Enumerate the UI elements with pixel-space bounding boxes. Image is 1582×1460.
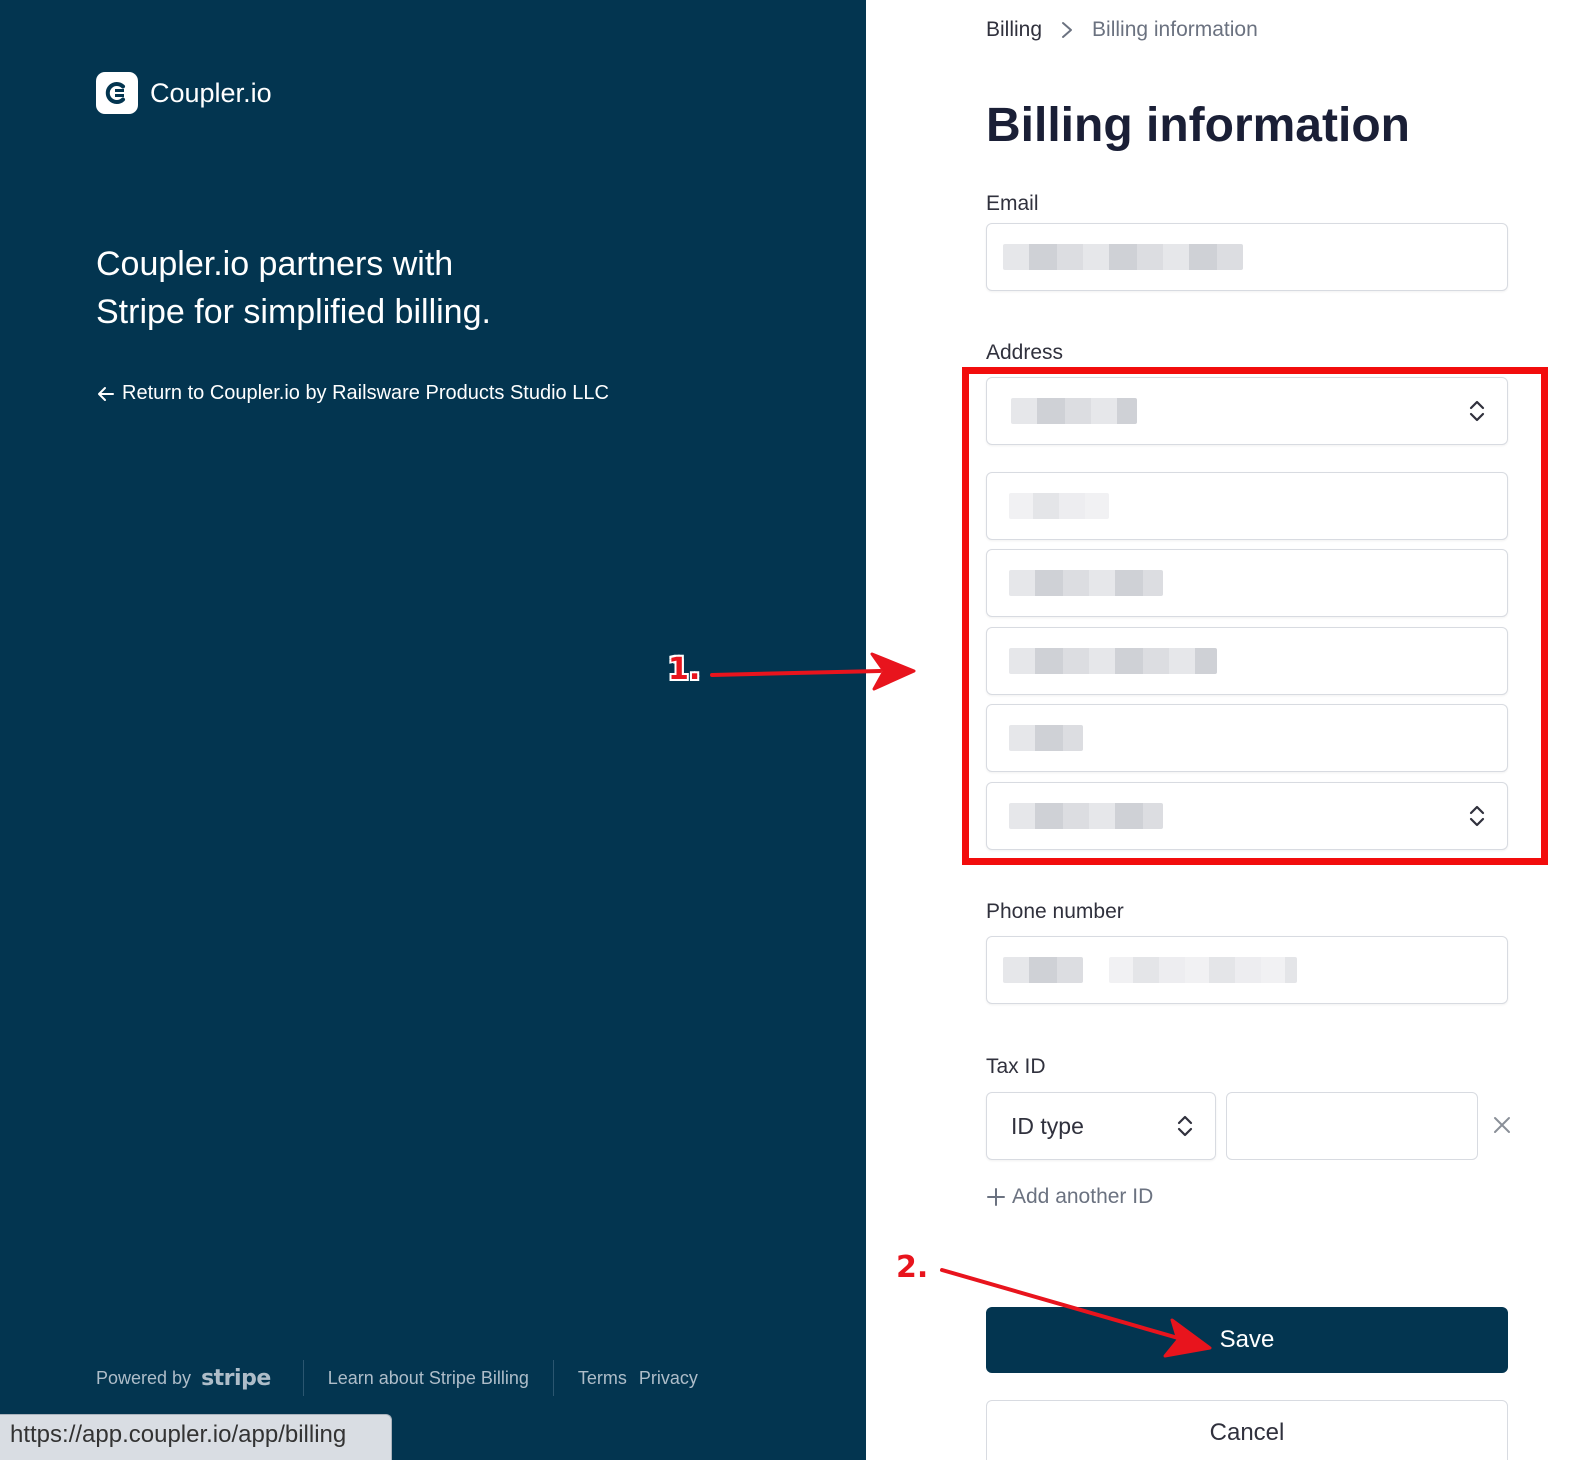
redacted-value [1003, 957, 1083, 983]
step-2-label: 2. [896, 1250, 929, 1285]
brand-name: Coupler.io [150, 77, 272, 108]
stripe-logo: stripe [201, 1365, 271, 1391]
breadcrumb: Billing Billing information [986, 18, 1258, 42]
page-title: Billing information [986, 99, 1410, 152]
coupler-logo-icon [96, 72, 138, 114]
redacted-value [1109, 957, 1297, 983]
return-link[interactable]: Return to Coupler.io by Railsware Produc… [96, 382, 609, 405]
phone-label: Phone number [986, 900, 1124, 923]
return-link-label: Return to Coupler.io by Railsware Produc… [122, 382, 609, 404]
add-another-id-link[interactable]: Add another ID [986, 1185, 1153, 1209]
powered-by-label: Powered by [96, 1367, 192, 1388]
plus-icon [987, 1188, 1005, 1206]
add-another-id-label: Add another ID [1012, 1185, 1154, 1208]
select-chevrons-icon [1177, 1115, 1193, 1137]
learn-stripe-billing-link[interactable]: Learn about Stripe Billing [304, 1368, 553, 1389]
breadcrumb-current: Billing information [1092, 18, 1258, 41]
legal-links: Terms Privacy [554, 1368, 698, 1389]
headline: Coupler.io partners with Stripe for simp… [96, 240, 696, 336]
terms-link[interactable]: Terms [578, 1368, 627, 1389]
redacted-value [1003, 244, 1243, 270]
chevron-right-icon [1062, 22, 1073, 38]
close-icon[interactable] [1488, 1110, 1516, 1140]
tax-id-value-input[interactable] [1226, 1092, 1478, 1160]
step-1-label: 1. [668, 652, 701, 687]
cancel-button[interactable]: Cancel [986, 1400, 1508, 1460]
tax-id-type-value: ID type [1011, 1112, 1084, 1139]
email-label: Email [986, 192, 1039, 215]
footer: Powered by stripe Learn about Stripe Bil… [96, 1360, 698, 1396]
headline-line-2: Stripe for simplified billing. [96, 293, 491, 331]
breadcrumb-billing[interactable]: Billing [986, 18, 1042, 42]
privacy-link[interactable]: Privacy [639, 1368, 698, 1389]
address-label: Address [986, 341, 1064, 364]
headline-line-1: Coupler.io partners with [96, 245, 454, 283]
save-button[interactable]: Save [986, 1307, 1508, 1373]
phone-input[interactable] [986, 936, 1508, 1004]
status-url-bar: https://app.coupler.io/app/billing [0, 1414, 392, 1460]
brand: Coupler.io [96, 72, 272, 114]
tax-id-type-select[interactable]: ID type [986, 1092, 1216, 1160]
billing-form-panel: Billing Billing information Billing info… [866, 0, 1582, 1460]
brand-panel: Coupler.io Coupler.io partners with Stri… [0, 0, 866, 1460]
tax-id-label: Tax ID [986, 1055, 1046, 1078]
email-input[interactable] [986, 223, 1508, 291]
powered-by-stripe[interactable]: Powered by stripe [96, 1366, 303, 1391]
address-highlight-box [962, 367, 1548, 865]
arrow-left-icon [98, 386, 114, 401]
